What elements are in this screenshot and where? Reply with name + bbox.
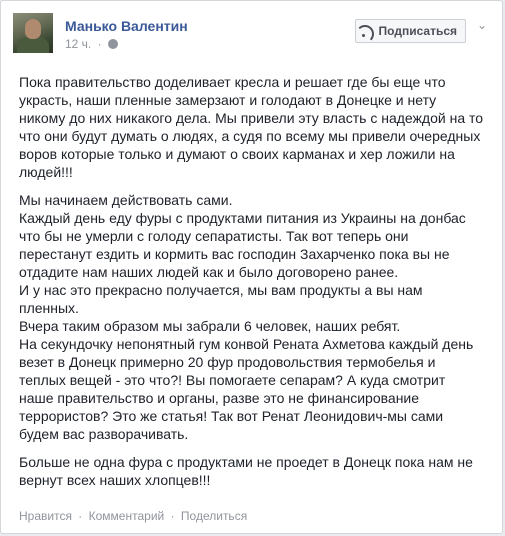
- action-separator: ·: [170, 509, 175, 523]
- post-paragraph-2: Мы начинаем действовать сами. Каждый ден…: [19, 192, 474, 442]
- comment-link[interactable]: Комментарий: [89, 509, 165, 523]
- share-link[interactable]: Поделиться: [181, 509, 247, 523]
- post-time[interactable]: 12 ч.: [65, 37, 91, 51]
- subscribe-label: Подписаться: [378, 24, 457, 38]
- post-card: Манько Валентин 12 ч. · Подписаться ⌄ По…: [0, 0, 503, 534]
- post-meta: 12 ч. ·: [65, 37, 118, 51]
- globe-icon: [107, 39, 118, 49]
- rss-icon: [355, 25, 374, 43]
- post-actions: Нравится · Комментарий · Поделиться: [19, 509, 247, 523]
- meta-separator: ·: [97, 37, 102, 51]
- like-link[interactable]: Нравится: [19, 509, 72, 523]
- post-body: Пока правительство доделивает кресла и р…: [19, 73, 491, 499]
- chevron-down-icon[interactable]: ⌄: [474, 17, 490, 33]
- author-name[interactable]: Манько Валентин: [65, 18, 188, 34]
- post-header: Манько Валентин 12 ч. · Подписаться ⌄: [13, 13, 490, 61]
- subscribe-button[interactable]: Подписаться: [354, 19, 466, 43]
- avatar-body-shape: [17, 37, 49, 53]
- avatar[interactable]: [13, 13, 53, 53]
- post-paragraph-1: Пока правительство доделивает кресла и р…: [19, 74, 484, 180]
- post-paragraph-3: Больше не одна фура с продуктами не прое…: [19, 454, 473, 488]
- action-separator: ·: [78, 509, 83, 523]
- avatar-face-shape: [25, 19, 41, 39]
